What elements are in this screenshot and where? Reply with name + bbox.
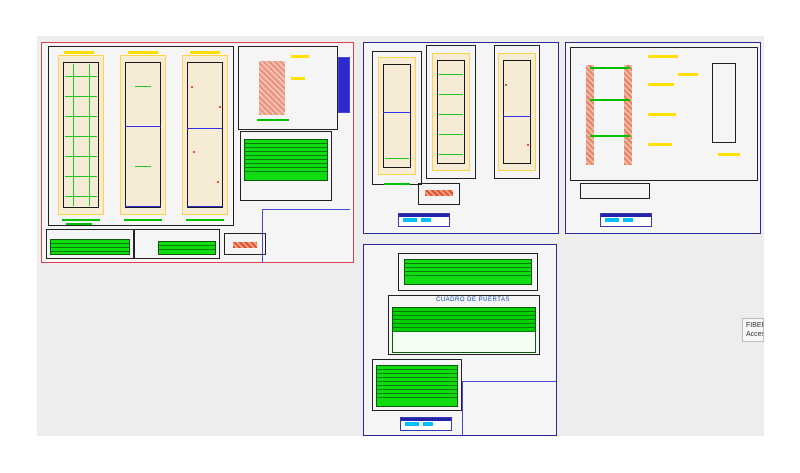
hover-tooltip: FIBER Acces: [742, 318, 764, 342]
door-elevation-3[interactable]: [182, 55, 228, 215]
annotation: [124, 219, 162, 221]
sheet-door-elevations[interactable]: [41, 42, 354, 263]
door-elevation-6[interactable]: [498, 53, 536, 171]
small-detail: [224, 233, 266, 255]
annotation: [62, 219, 100, 221]
sheet-door-details[interactable]: [363, 42, 559, 234]
small-detail: [580, 183, 650, 199]
sheet-border-inner: [462, 381, 556, 435]
sheet-door-schedule[interactable]: CUADRO DE PUERTAS: [363, 244, 557, 436]
doors-schedule-table: [392, 307, 536, 353]
wall-section: [586, 65, 594, 165]
doors-table-left: [50, 239, 130, 255]
doors-table-right: [158, 241, 216, 255]
tooltip-line: Acces: [746, 331, 764, 338]
detail-callout: [712, 63, 736, 143]
annotation: [190, 51, 220, 54]
summary-table: [404, 259, 532, 285]
door-elevation-5[interactable]: [432, 53, 470, 171]
annotation: [128, 51, 158, 54]
title-block: [398, 213, 450, 227]
door-elevation-4[interactable]: [378, 57, 416, 175]
sheet-wall-section[interactable]: [565, 42, 761, 234]
annotation: [186, 219, 224, 221]
door-elevation-2[interactable]: [120, 55, 166, 215]
title-block: [400, 417, 452, 431]
legend-strip: [338, 57, 350, 113]
drawing-canvas[interactable]: CUADRO DE PUERTAS: [37, 36, 764, 436]
annotation: [66, 223, 92, 225]
title-block: [600, 213, 652, 227]
wall-section: [624, 65, 632, 165]
tooltip-line: FIBER: [746, 322, 763, 329]
small-detail: [418, 183, 460, 205]
detail-panel: [238, 46, 338, 130]
sheet-border-inner: [262, 209, 350, 263]
door-elevation-1[interactable]: [58, 55, 104, 215]
finishes-table: [244, 139, 328, 181]
finishes-table: [376, 365, 458, 407]
cuadro-de-puertas-title: CUADRO DE PUERTAS: [436, 297, 510, 303]
annotation: [64, 51, 94, 54]
